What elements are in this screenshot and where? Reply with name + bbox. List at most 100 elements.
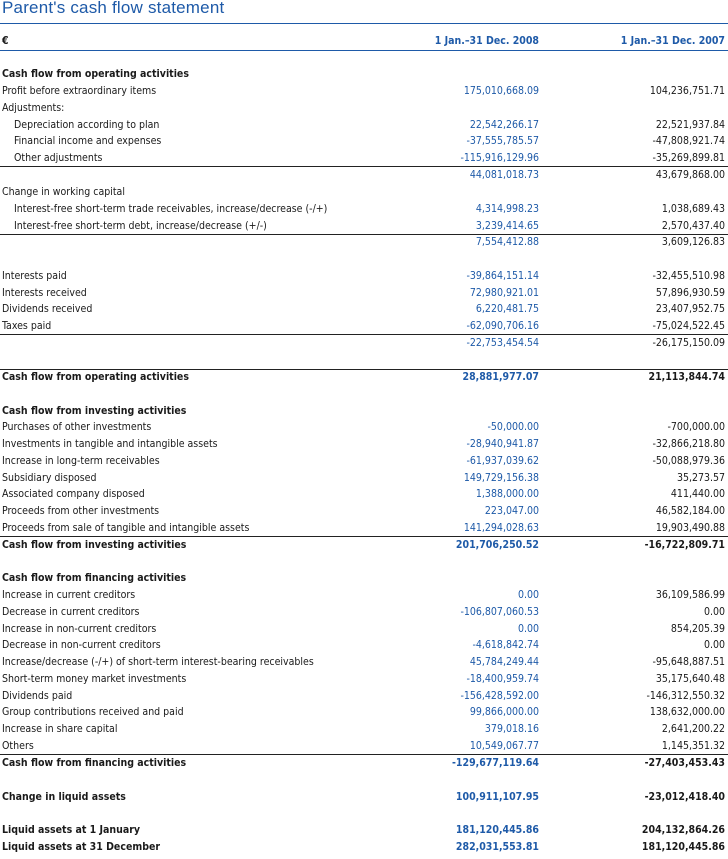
row-label: Cash flow from operating activities <box>2 371 189 383</box>
row-label: Interest-free short-term trade receivabl… <box>14 203 328 215</box>
value-2007: 1,145,351.32 <box>661 740 725 752</box>
value-2007: -32,455,510.98 <box>652 270 726 282</box>
row-label: Change in working capital <box>2 186 125 198</box>
value-2007: 3,609,126.83 <box>661 236 725 248</box>
table-row: Increase in non-current creditors 0.00 854… <box>0 621 728 638</box>
value-2007: -146,312,550.32 <box>646 690 725 702</box>
table-row: Interest-free short-term trade receivabl… <box>0 201 728 218</box>
value-2008: 0.00 <box>517 589 539 601</box>
table-row: Financial income and expenses -37,555,785… <box>0 133 728 150</box>
row-label: Liquid assets at 31 December <box>2 841 161 853</box>
table-row: Subsidiary disposed 149,729,156.38 35,273.… <box>0 470 728 487</box>
table-row: Proceeds from sale of tangible and intan… <box>0 520 728 537</box>
row-label: Increase in non-current creditors <box>2 623 157 635</box>
value-2007: 138,632,000.00 <box>649 706 725 718</box>
value-2008: 0.00 <box>517 623 539 635</box>
value-2007: -32,866,218.80 <box>652 438 726 450</box>
row-label: Depreciation according to plan <box>14 119 160 131</box>
table-row: Cash flow from operating activities <box>0 66 728 83</box>
table-row: Increase in current creditors 0.00 36,109,… <box>0 587 728 604</box>
value-2008: -37,555,785.57 <box>466 135 540 147</box>
value-2008: -106,807,060.53 <box>460 606 539 618</box>
value-2008: -22,753,454.54 <box>466 337 540 349</box>
value-2007: -27,403,453.43 <box>644 757 725 769</box>
table-row: Increase/decrease (-/+) of short-term in… <box>0 654 728 671</box>
table-row: Adjustments: <box>0 100 728 117</box>
row-label: Interests paid <box>2 270 67 282</box>
table-row: Cash flow from financing activities <box>0 570 728 587</box>
row-label: Dividends paid <box>2 690 73 702</box>
value-2008: 44,081,018.73 <box>469 169 539 181</box>
value-2008: 379,018.16 <box>484 723 539 735</box>
table-row: Liquid assets at 1 January 181,120,445.86… <box>0 822 728 839</box>
row-label: Cash flow from investing activities <box>2 539 187 551</box>
row-label: Proceeds from sale of tangible and intan… <box>2 522 250 534</box>
value-2008: -61,937,039.62 <box>466 455 540 467</box>
row-label: Cash flow from operating activities <box>2 68 189 80</box>
value-2008: -18,400,959.74 <box>466 673 540 685</box>
value-2008: 201,706,250.52 <box>455 539 539 551</box>
value-2007: 36,109,586.99 <box>655 589 725 601</box>
value-2007: -50,088,979.36 <box>652 455 726 467</box>
row-label: Interests received <box>2 287 87 299</box>
subtotal-row: -22,753,454.54 -26,175,150.09 <box>0 335 728 352</box>
row-label: Dividends received <box>2 303 93 315</box>
table-row: Decrease in non-current creditors -4,618,… <box>0 637 728 654</box>
table-row: Associated company disposed 1,388,000.00 4… <box>0 486 728 503</box>
value-2008: 3,239,414.65 <box>475 220 539 232</box>
value-2008: -4,618,842.74 <box>472 639 540 651</box>
value-2008: 141,294,028.63 <box>463 522 539 534</box>
row-label: Subsidiary disposed <box>2 472 97 484</box>
value-2007: -26,175,150.09 <box>652 337 726 349</box>
table-row: Cash flow from investing activities 201,7… <box>0 537 728 554</box>
value-2007: 181,120,445.86 <box>641 841 725 853</box>
value-2008: -129,677,119.64 <box>452 757 539 769</box>
value-2007: 35,175,640.48 <box>655 673 725 685</box>
value-2007: 57,896,930.59 <box>655 287 725 299</box>
row-label: Interest-free short-term debt, increase/… <box>14 220 267 232</box>
value-2007: -95,648,887.51 <box>652 656 726 668</box>
table-row: Group contributions received and paid 99,… <box>0 704 728 721</box>
table-row: Cash flow from financing activities -129,… <box>0 755 728 772</box>
value-2008: -62,090,706.16 <box>466 320 540 332</box>
table-row: Proceeds from other investments 223,047.0… <box>0 503 728 520</box>
table-row: Dividends received 6,220,481.75 23,407,952… <box>0 301 728 318</box>
value-2007: 1,038,689.43 <box>661 203 725 215</box>
row-label: Short-term money market investments <box>2 673 187 685</box>
value-2008: -115,916,129.96 <box>460 152 539 164</box>
row-label: Financial income and expenses <box>14 135 162 147</box>
row-label: Group contributions received and paid <box>2 706 184 718</box>
table-row: Purchases of other investments -50,000.00… <box>0 419 728 436</box>
value-2007: 21,113,844.74 <box>648 371 726 383</box>
value-2008: 22,542,266.17 <box>469 119 539 131</box>
value-2007: 23,407,952.75 <box>655 303 725 315</box>
value-2007: -35,269,899.81 <box>652 152 726 164</box>
table-row: Increase in long-term receivables -61,937… <box>0 453 728 470</box>
row-label: Cash flow from financing activities <box>2 572 187 584</box>
value-2007: 411,440.00 <box>670 488 725 500</box>
row-label: Decrease in non-current creditors <box>2 639 161 651</box>
value-2007: 0.00 <box>703 606 725 618</box>
row-label: Other adjustments <box>14 152 103 164</box>
row-label: Increase in current creditors <box>2 589 136 601</box>
cash-flow-table: Cash flow from operating activities Profi… <box>0 0 728 859</box>
table-row: Decrease in current creditors -106,807,06… <box>0 604 728 621</box>
value-2007: 204,132,864.26 <box>641 824 725 836</box>
row-label: Increase/decrease (-/+) of short-term in… <box>2 656 314 668</box>
value-2007: -700,000.00 <box>667 421 725 433</box>
table-row: Interests paid -39,864,151.14 -32,455,510.… <box>0 268 728 285</box>
subtotal-row: 7,554,412.88 3,609,126.83 <box>0 234 728 251</box>
value-2007: 2,570,437.40 <box>661 220 725 232</box>
value-2007: -47,808,921.74 <box>652 135 726 147</box>
value-2008: 7,554,412.88 <box>475 236 539 248</box>
value-2008: 100,911,107.95 <box>455 791 539 803</box>
row-label: Liquid assets at 1 January <box>2 824 141 836</box>
value-2007: 35,273.57 <box>676 472 725 484</box>
table-row: Dividends paid -156,428,592.00 -146,312,55… <box>0 688 728 705</box>
table-row: Cash flow from operating activities 28,88… <box>0 369 728 386</box>
value-2008: -28,940,941.87 <box>466 438 540 450</box>
value-2007: 854,205.39 <box>670 623 725 635</box>
value-2008: 282,031,553.81 <box>455 841 539 853</box>
row-label: Cash flow from financing activities <box>2 757 187 769</box>
subtotal-row: 44,081,018.73 43,679,868.00 <box>0 167 728 184</box>
